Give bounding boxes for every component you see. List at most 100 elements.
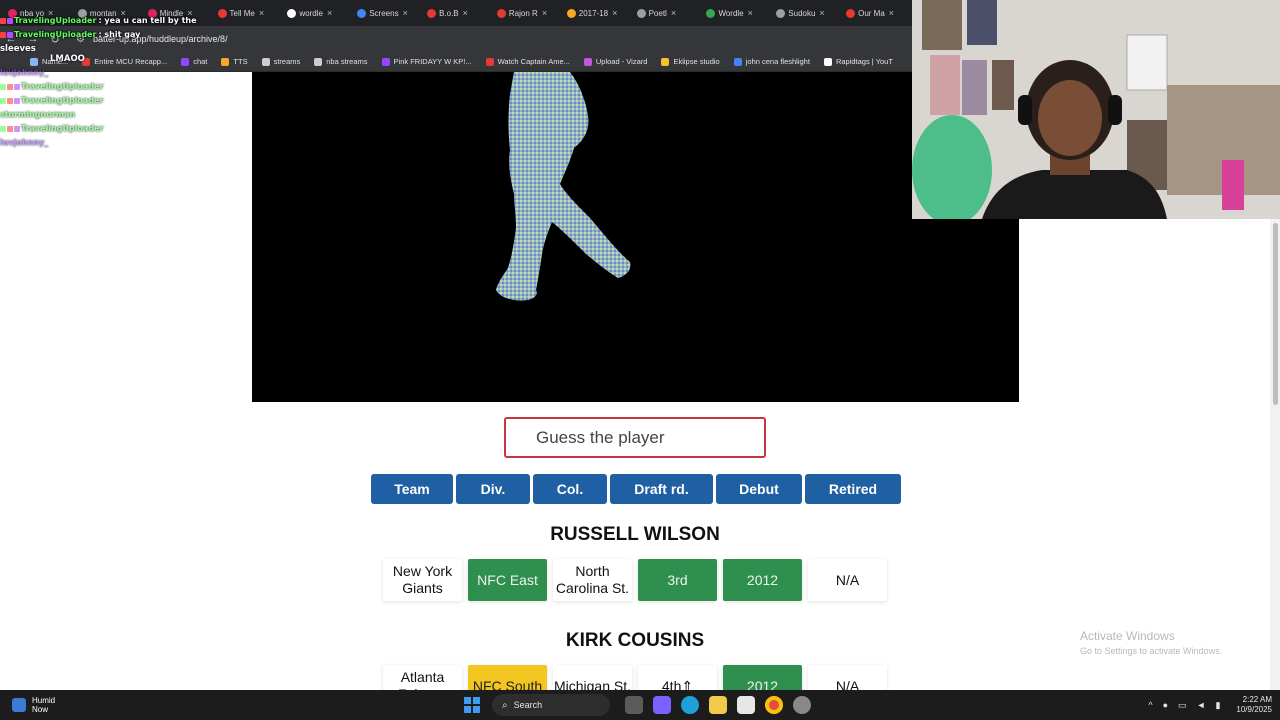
display-icon[interactable]: ▭ bbox=[1178, 700, 1187, 711]
chat-message: TravelingUploader bbox=[0, 94, 250, 108]
taskbar-search-label: Search bbox=[513, 700, 543, 710]
weather-widget[interactable]: Humid Now bbox=[12, 696, 55, 714]
bookmark-item[interactable]: Pink FRIDAYY W KP!... bbox=[381, 57, 472, 66]
bookmark-item[interactable]: Upload - Vizard bbox=[583, 57, 647, 66]
volume-icon[interactable]: ◄ bbox=[1197, 700, 1206, 710]
bookmark-label: john cena fleshlight bbox=[745, 57, 810, 66]
battery-icon[interactable]: ▮ bbox=[1215, 700, 1220, 711]
category-header-retired: Retired bbox=[805, 474, 901, 504]
screen: nba yo × montan × Mindle × Tell Me × wordle × Scre… bbox=[0, 0, 1280, 720]
file-explorer-icon[interactable] bbox=[709, 696, 727, 714]
browser-tab[interactable]: Screens × bbox=[353, 3, 423, 23]
bookmark-label: nba streams bbox=[326, 57, 368, 66]
weather-icon bbox=[12, 698, 26, 712]
system-tray: ^ ● ▭ ◄ ▮ 2:22 AM 10/9/2025 bbox=[1148, 690, 1272, 720]
browser-tab[interactable]: B.o.B × bbox=[423, 3, 493, 23]
chat-badge-icon bbox=[14, 126, 20, 132]
guess-cell: New York Giants bbox=[383, 559, 462, 601]
tab-close-icon[interactable]: × bbox=[463, 8, 468, 18]
browser-tab[interactable]: Sudoku × bbox=[772, 3, 842, 23]
copilot-icon[interactable] bbox=[653, 696, 671, 714]
tab-close-icon[interactable]: × bbox=[671, 8, 676, 18]
tray-overflow-icon[interactable]: ^ bbox=[1148, 700, 1152, 710]
bookmark-item[interactable]: streams bbox=[261, 57, 300, 66]
guess-cell-value: New York Giants bbox=[392, 563, 453, 596]
category-header-div: Div. bbox=[456, 474, 530, 504]
browser-tab[interactable]: Our Ma × bbox=[842, 3, 912, 23]
edge-icon[interactable] bbox=[681, 696, 699, 714]
clock[interactable]: 2:22 AM 10/9/2025 bbox=[1236, 695, 1272, 715]
browser-tab[interactable]: wordle × bbox=[283, 3, 353, 23]
chat-message: luvjohnny_ bbox=[0, 66, 250, 80]
start-icon[interactable] bbox=[464, 697, 480, 713]
tab-close-icon[interactable]: × bbox=[889, 8, 894, 18]
category-header-row: Team Div. Col. Draft rd. Debut Retired bbox=[371, 474, 904, 504]
chat-badge-icon bbox=[0, 84, 6, 90]
chat-badge-icon bbox=[0, 126, 6, 132]
tab-label: 2017-18 bbox=[578, 8, 609, 18]
tab-close-icon[interactable]: × bbox=[259, 8, 264, 18]
bookmark-item[interactable]: nba streams bbox=[314, 57, 368, 66]
bookmark-icon bbox=[661, 57, 670, 66]
chat-username: TravelingUploader bbox=[14, 30, 97, 39]
microphone-icon[interactable]: ● bbox=[1163, 700, 1168, 710]
windows-taskbar: Humid Now ⌕ Search ^ ● ▭ ◄ ▮ 2:22 AM 10/… bbox=[0, 690, 1280, 720]
guess-player-input[interactable] bbox=[504, 417, 766, 458]
bookmark-item[interactable]: Eklipse studio bbox=[661, 57, 720, 66]
chat-badge-icon bbox=[7, 32, 13, 38]
clock-time: 2:22 AM bbox=[1242, 695, 1272, 704]
guess-cell-value: NFC East bbox=[477, 571, 538, 588]
browser-tab[interactable]: 2017-18 × bbox=[563, 3, 633, 23]
page-scrollbar[interactable] bbox=[1270, 219, 1280, 690]
chat-message: stormingnorman bbox=[0, 108, 250, 122]
chat-faded-lines: luvjohnny_ TravelingUploader TravelingUplo… bbox=[0, 66, 250, 150]
chrome-icon[interactable] bbox=[765, 696, 783, 714]
chat-username: TravelingUploader bbox=[21, 96, 104, 105]
browser-tab[interactable]: Rajon R × bbox=[493, 3, 563, 23]
tab-close-icon[interactable]: × bbox=[542, 8, 547, 18]
chat-message: luvjohnny_ bbox=[0, 136, 250, 150]
category-header-debut: Debut bbox=[716, 474, 802, 504]
chat-badge-icon bbox=[0, 18, 6, 24]
tab-close-icon[interactable]: × bbox=[327, 8, 332, 18]
tab-close-icon[interactable]: × bbox=[403, 8, 408, 18]
guess-row: New York Giants NFC East North Carolina St… bbox=[383, 559, 893, 601]
browser-tab[interactable]: Wordle × bbox=[702, 3, 772, 23]
tab-favicon-icon bbox=[636, 8, 646, 18]
chat-message: TravelingUploader bbox=[0, 80, 250, 94]
bookmark-label: Pink FRIDAYY W KP!... bbox=[393, 57, 472, 66]
chat-text: : yea u can tell by the bbox=[98, 16, 197, 25]
store-icon[interactable] bbox=[737, 696, 755, 714]
bookmark-icon bbox=[381, 57, 390, 66]
tab-favicon-icon bbox=[496, 8, 506, 18]
chat-badge-icon bbox=[7, 126, 13, 132]
category-header-team: Team bbox=[371, 474, 453, 504]
guess-cell: 2012 bbox=[723, 559, 802, 601]
taskbar-search[interactable]: ⌕ Search bbox=[492, 694, 610, 716]
category-header-col: Col. bbox=[533, 474, 607, 504]
guess-cell-value: 2012 bbox=[746, 571, 779, 588]
player-silhouette-panel bbox=[252, 72, 1019, 402]
tab-close-icon[interactable]: × bbox=[748, 8, 753, 18]
chat-message: TravelingUploader bbox=[0, 122, 250, 136]
settings-icon[interactable] bbox=[793, 696, 811, 714]
weather-subtitle: Now bbox=[32, 705, 49, 714]
chat-username: TravelingUploader bbox=[21, 82, 104, 91]
task-view-icon[interactable] bbox=[625, 696, 643, 714]
chat-username: stormingnorman bbox=[0, 110, 76, 119]
tab-close-icon[interactable]: × bbox=[612, 8, 617, 18]
guess-cell-value: N/A bbox=[835, 571, 860, 588]
tab-favicon-icon bbox=[846, 8, 856, 18]
bookmark-item[interactable]: Rapidtags | YouT bbox=[823, 57, 893, 66]
scrollbar-thumb[interactable] bbox=[1273, 223, 1278, 405]
taskbar-apps: ⌕ Search bbox=[464, 690, 816, 720]
tab-label: Wordle bbox=[718, 8, 744, 18]
bookmark-item[interactable]: Watch Captain Ame... bbox=[485, 57, 570, 66]
bookmark-item[interactable]: john cena fleshlight bbox=[733, 57, 810, 66]
browser-tab[interactable]: Poetl × bbox=[633, 3, 703, 23]
tab-close-icon[interactable]: × bbox=[819, 8, 824, 18]
chat-badge-icon bbox=[7, 18, 13, 24]
tab-label: Sudoku bbox=[788, 8, 816, 18]
watermark-title: Activate Windows bbox=[1080, 629, 1175, 643]
bookmark-icon bbox=[485, 57, 494, 66]
